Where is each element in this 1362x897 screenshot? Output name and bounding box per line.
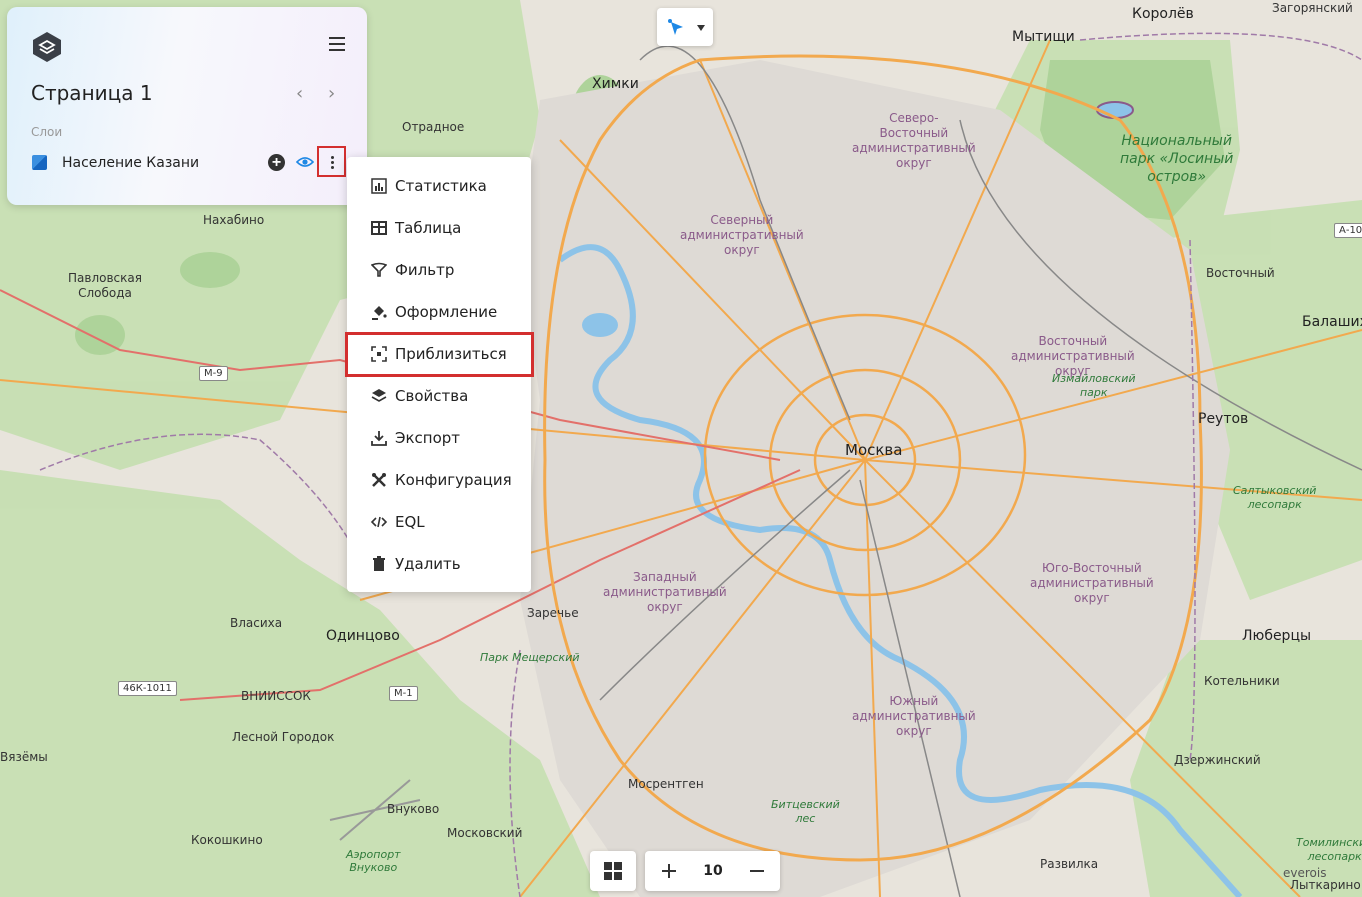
eye-icon[interactable] — [296, 155, 314, 169]
next-page-icon[interactable]: › — [328, 83, 335, 104]
town-label: Восточный — [1206, 266, 1275, 280]
page-title: Страница 1 — [31, 81, 153, 105]
town-label: Нахабино — [203, 213, 265, 227]
menu-item-table[interactable]: Таблица — [347, 207, 531, 249]
menu-item-label: Фильтр — [395, 261, 455, 279]
menu-item-configuration[interactable]: Конфигурация — [347, 459, 531, 501]
menu-item-label: Таблица — [395, 219, 462, 237]
basemap-grid-button[interactable] — [590, 851, 636, 891]
more-options-icon[interactable] — [317, 146, 346, 177]
town-label: Развилка — [1040, 857, 1099, 871]
town-label: Лыткарино — [1290, 878, 1361, 892]
menu-item-zoom-to[interactable]: Приблизиться — [347, 333, 531, 375]
trash-icon — [373, 556, 385, 571]
paint-bucket-icon — [372, 306, 387, 320]
menu-item-label: EQL — [395, 513, 425, 531]
town-label: Отрадное — [402, 120, 465, 134]
layers-icon — [371, 389, 387, 402]
town-label: ВНИИССОК — [241, 689, 311, 703]
menu-item-label: Экспорт — [395, 429, 461, 447]
road-shield: А-103 — [1334, 223, 1362, 238]
prev-page-icon[interactable]: ‹ — [296, 83, 303, 104]
menu-item-label: Оформление — [395, 303, 498, 321]
town-label: Вязёмы — [0, 750, 48, 764]
city-label: Москва — [845, 441, 903, 459]
city-label: Мытищи — [1012, 29, 1075, 45]
town-label: Московский — [447, 826, 523, 840]
city-label: Реутов — [1198, 411, 1249, 427]
filter-icon — [371, 262, 387, 277]
zoom-control: 10 — [645, 851, 780, 891]
road-shield: 46К-1011 — [118, 681, 177, 696]
district-label: Южный административный округ — [852, 694, 976, 738]
district-label: Юго-Восточный административный округ — [1030, 561, 1154, 605]
tools-icon — [372, 473, 386, 487]
menu-item-eql[interactable]: EQL — [347, 501, 531, 543]
menu-item-label: Конфигурация — [395, 471, 512, 489]
park-label: Аэропорт Внуково — [346, 848, 401, 874]
park-label: Парк Мещерский — [480, 651, 580, 664]
menu-item-styling[interactable]: Оформление — [347, 291, 531, 333]
town-label: Заречье — [527, 606, 579, 620]
district-label: Западный административный округ — [603, 570, 727, 614]
town-label: Власиха — [230, 616, 283, 630]
menu-item-delete[interactable]: Удалить — [347, 543, 531, 585]
city-label: Химки — [592, 76, 639, 92]
zoom-in-button[interactable] — [647, 851, 691, 891]
zoom-to-extent-icon — [371, 346, 387, 362]
menu-icon[interactable] — [329, 37, 345, 51]
town-label: Мосрентген — [628, 777, 704, 791]
logo-icon — [33, 32, 61, 62]
cursor-arrow-icon — [668, 19, 683, 35]
caret-down-icon — [697, 25, 705, 31]
download-icon — [371, 431, 387, 446]
brand-logo: everois — [1283, 866, 1327, 880]
town-label: Внуково — [387, 802, 440, 816]
menu-item-label: Статистика — [395, 177, 487, 195]
park-label: Томилинский лесопарк — [1296, 836, 1362, 863]
district-label: Северо- Восточный административный округ — [852, 111, 976, 170]
menu-item-label: Удалить — [395, 555, 461, 573]
zoom-level: 10 — [703, 863, 723, 879]
grid-icon — [604, 862, 622, 880]
city-label: Люберцы — [1242, 628, 1312, 644]
park-label: Национальный парк «Лосиный остров» — [1120, 133, 1234, 185]
add-icon[interactable]: + — [268, 154, 285, 171]
layer-color-swatch — [32, 155, 47, 170]
layers-panel: Страница 1 ‹ › Слои Население Казани + — [7, 7, 367, 205]
selection-tool-dropdown[interactable] — [657, 8, 713, 46]
park-label: Битцевский лес — [771, 798, 840, 825]
menu-item-statistics[interactable]: Статистика — [347, 165, 531, 207]
town-label: Кокошкино — [191, 833, 263, 847]
city-label: Королёв — [1132, 6, 1194, 22]
park-label: Измайловский парк — [1052, 372, 1136, 399]
city-label: Балашиха — [1302, 314, 1362, 330]
layer-name[interactable]: Население Казани — [62, 155, 199, 171]
plus-icon — [662, 864, 676, 878]
district-label: Северный административный округ — [680, 213, 804, 257]
menu-item-export[interactable]: Экспорт — [347, 417, 531, 459]
park-label: Салтыковский лесопарк — [1233, 484, 1317, 511]
town-label: Дзержинский — [1174, 753, 1261, 767]
bar-chart-icon — [371, 178, 387, 194]
minus-icon — [750, 870, 764, 872]
zoom-out-button[interactable] — [735, 851, 779, 891]
road-shield: М-9 — [199, 366, 228, 381]
town-label: Загорянский — [1272, 1, 1353, 15]
town-label: Лесной Городок — [232, 730, 335, 744]
table-icon — [371, 221, 387, 235]
menu-item-label: Свойства — [395, 387, 469, 405]
city-label: Одинцово — [326, 628, 400, 644]
town-label: Павловская Слобода — [68, 271, 142, 300]
layer-context-menu: Статистика Таблица Фильтр Оформление При… — [347, 157, 531, 592]
town-label: Котельники — [1204, 674, 1280, 688]
menu-item-label: Приблизиться — [395, 345, 507, 363]
code-icon — [371, 516, 387, 528]
menu-item-filter[interactable]: Фильтр — [347, 249, 531, 291]
road-shield: М-1 — [389, 686, 418, 701]
menu-item-properties[interactable]: Свойства — [347, 375, 531, 417]
layers-heading: Слои — [31, 125, 63, 139]
